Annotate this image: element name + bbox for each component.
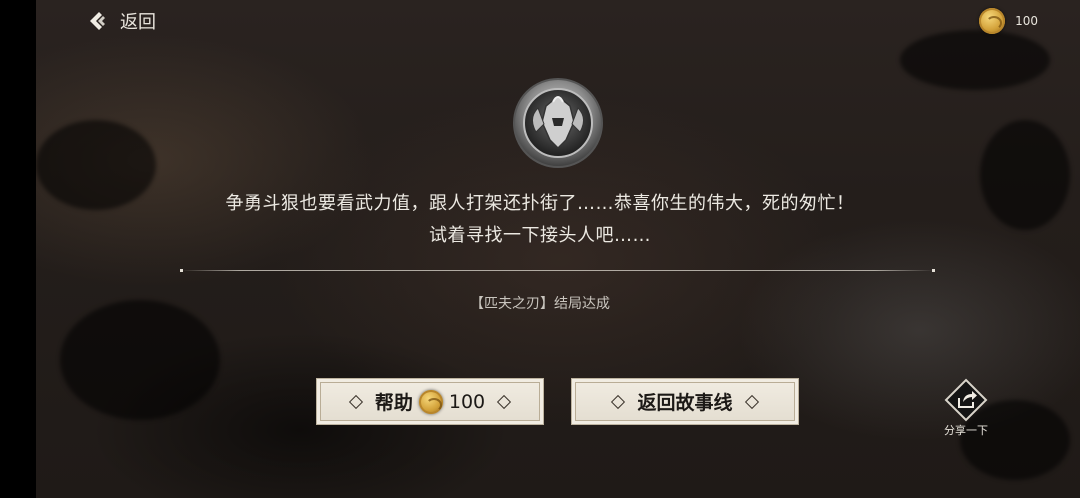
ink-splatter	[60, 300, 220, 420]
help-button[interactable]: 帮助 100	[316, 378, 544, 425]
back-chevron-icon	[90, 12, 105, 30]
diamond-ornament-icon	[611, 394, 626, 409]
left-edge-bar	[0, 0, 36, 498]
currency-display: 100	[979, 8, 1038, 34]
game-screen: 返回 100 争勇斗狠也要看武力值，跟人打架还扑街了……恭喜你生的伟大，死的匆忙…	[0, 0, 1080, 498]
result-message: 争勇斗狠也要看武力值，跟人打架还扑街了……恭喜你生的伟大，死的匆忙！ 试着寻找一…	[150, 188, 930, 252]
ink-splatter	[900, 30, 1050, 90]
back-button[interactable]: 返回	[88, 8, 156, 34]
share-icon	[944, 378, 988, 422]
ink-splatter	[980, 120, 1070, 230]
ending-achieved-text: 【匹夫之刃】结局达成	[470, 296, 610, 312]
diamond-ornament-icon	[497, 394, 512, 409]
return-storyline-button[interactable]: 返回故事线	[571, 378, 799, 425]
help-label: 帮助	[374, 392, 413, 414]
back-label: 返回	[120, 12, 156, 33]
diamond-ornament-icon	[744, 394, 759, 409]
divider	[180, 269, 935, 272]
message-line-1: 争勇斗狠也要看武力值，跟人打架还扑街了……恭喜你生的伟大，死的匆忙！	[225, 193, 855, 214]
helmet-emblem-icon	[513, 78, 603, 168]
currency-amount: 100	[1015, 14, 1038, 28]
help-cost: 100	[448, 390, 486, 413]
message-line-2: 试着寻找一下接头人吧……	[429, 225, 651, 246]
ink-splatter	[36, 120, 156, 210]
share-label: 分享一下	[944, 424, 988, 437]
gold-coin-icon	[418, 389, 443, 414]
return-label: 返回故事线	[637, 392, 733, 414]
diamond-ornament-icon	[348, 394, 363, 409]
gold-coin-icon	[979, 8, 1006, 34]
share-button[interactable]: 分享一下	[938, 378, 994, 438]
